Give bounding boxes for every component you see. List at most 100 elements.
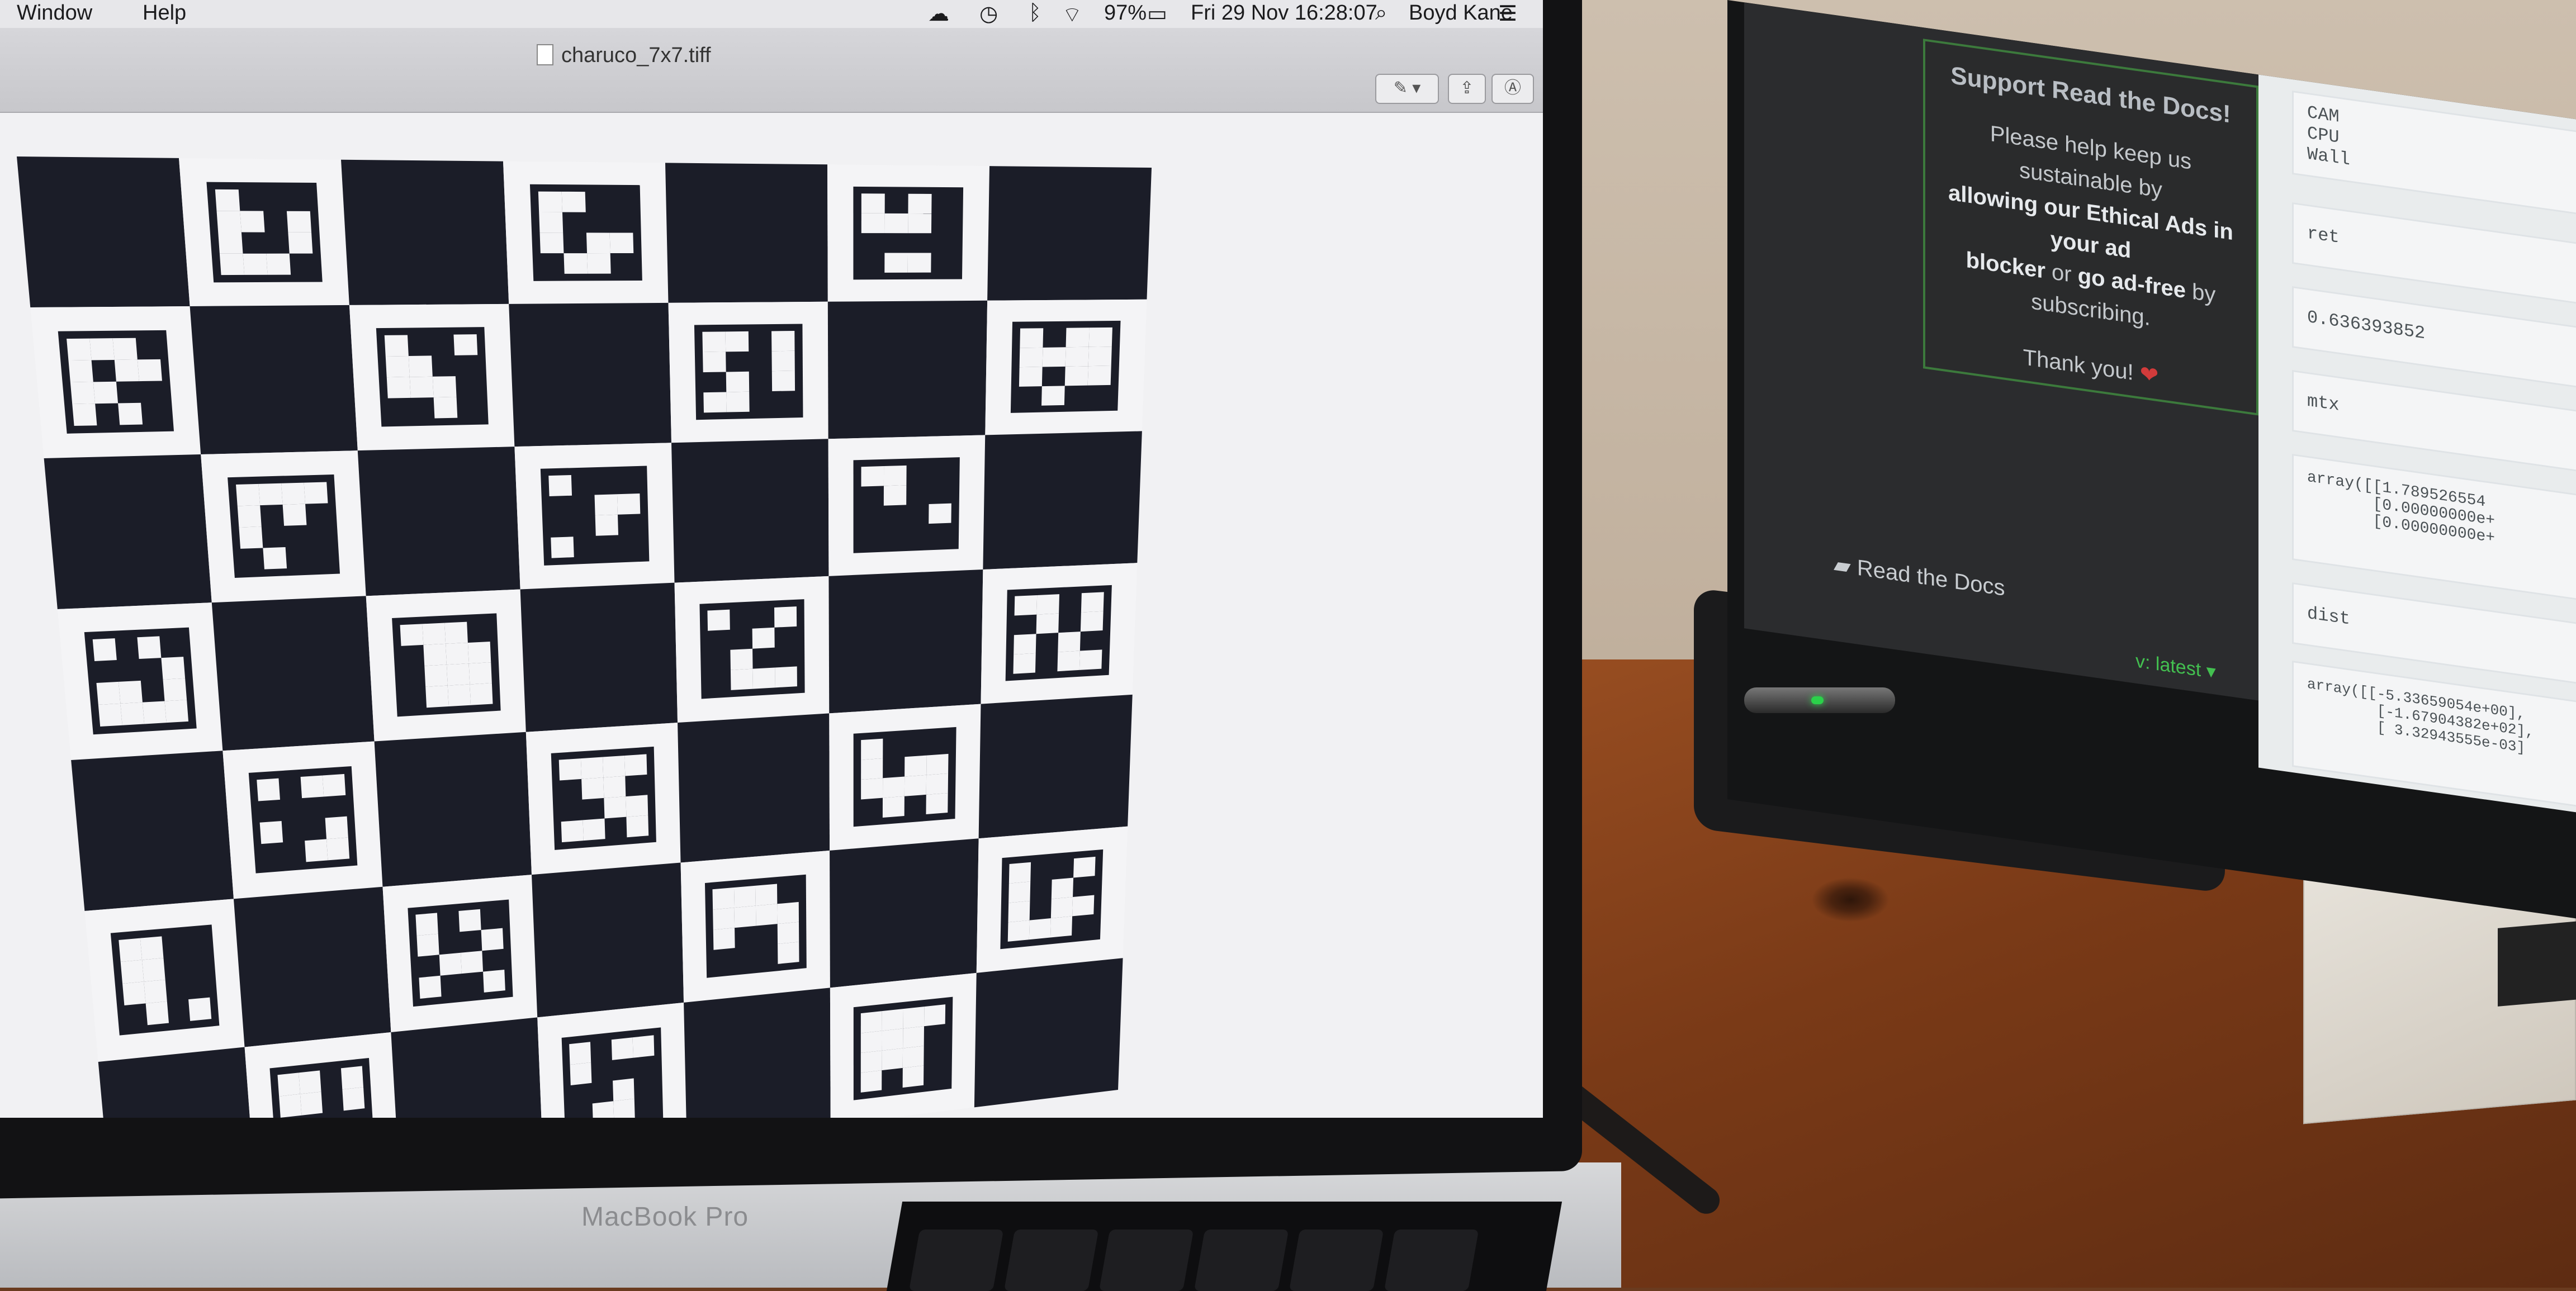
marker-bit: [114, 359, 139, 382]
marker-bit: [583, 818, 605, 841]
marker-bit: [239, 526, 263, 549]
marker-bit: [72, 404, 97, 426]
ad-link-ad-free[interactable]: go ad-free: [2078, 263, 2186, 303]
marker-bit: [1064, 366, 1088, 386]
caret-down-icon: ▾: [2206, 660, 2216, 683]
marker-bit: [861, 758, 883, 780]
marker-bit: [1019, 367, 1043, 387]
marker-bit: [219, 253, 245, 276]
marker-bit: [924, 1004, 946, 1027]
marker-bit: [300, 1091, 323, 1116]
ad-link-blocker[interactable]: blocker: [1966, 248, 2045, 283]
marker-bit: [569, 1042, 591, 1065]
marker-bit: [144, 979, 167, 1004]
marker-bit: [587, 253, 611, 274]
marker-bit: [216, 211, 242, 232]
marker-bit: [771, 330, 795, 352]
marker-bit: [730, 668, 753, 690]
marker-bit: [771, 350, 795, 372]
marker-bit: [926, 773, 949, 795]
marker-bit: [617, 493, 641, 515]
rtd-sidebar: Support Read the Docs! Please help keep …: [1744, 2, 2258, 701]
board-black-square: [374, 732, 532, 887]
marker-bit: [422, 623, 446, 645]
board-black-square: [684, 988, 831, 1118]
marker-bit: [726, 391, 750, 412]
marker-bit: [92, 638, 117, 661]
marker-bit: [613, 1098, 635, 1118]
board-black-square: [983, 431, 1142, 569]
marker-bit: [1008, 900, 1030, 923]
marker-bit: [1029, 918, 1051, 940]
marker-bit: [304, 482, 328, 504]
marker-bit: [188, 997, 212, 1021]
marker-bit: [883, 465, 907, 486]
rtd-brand[interactable]: ▰ Read the Docs: [1834, 552, 2005, 601]
board-black-square: [671, 439, 829, 583]
marker-bit: [703, 392, 727, 413]
marker-bit: [89, 338, 115, 360]
marker-bit: [595, 514, 619, 536]
marker-bit: [161, 657, 186, 680]
marker-bit: [592, 1101, 614, 1118]
board-black-square: [987, 166, 1152, 301]
marker-bit: [882, 1028, 903, 1051]
key: [1384, 1230, 1479, 1291]
marker-bit: [702, 331, 726, 352]
marker-bit: [1088, 327, 1112, 347]
marker-bit: [439, 952, 462, 976]
marker-bit: [408, 355, 433, 377]
marker-bit: [142, 958, 165, 982]
marker-bit: [771, 371, 795, 391]
board-black-square: [509, 302, 672, 447]
doc-content: CAM CPU Wall ret 0.636393852 mtx array([…: [2258, 74, 2576, 813]
board-black-square: [44, 454, 212, 609]
marker-bit: [96, 681, 121, 705]
board-black-square: [532, 862, 684, 1018]
marker-bit: [1073, 856, 1096, 878]
marker-bit: [1036, 594, 1060, 615]
marker-bit: [882, 1048, 903, 1071]
marker-bit: [470, 683, 493, 705]
marker-bit: [432, 376, 457, 398]
support-ad-box: Support Read the Docs! Please help keep …: [1923, 39, 2258, 416]
version-label: v: latest: [2135, 650, 2201, 681]
marker-bit: [611, 1037, 633, 1060]
board-black-square: [211, 596, 375, 751]
marker-bit: [282, 504, 307, 526]
marker-bit: [300, 775, 324, 799]
marker-bit: [1081, 592, 1104, 613]
marker-bit: [1050, 896, 1073, 919]
marker-bit: [446, 663, 470, 686]
marker-bit: [882, 796, 905, 818]
box-opening: [2498, 921, 2576, 1007]
board-black-square: [341, 159, 509, 305]
marker-bit: [613, 1078, 634, 1102]
marker-bit: [905, 755, 927, 777]
marker-bit: [777, 922, 799, 944]
marker-bit: [581, 777, 604, 800]
marker-bit: [137, 359, 162, 382]
marker-bit: [237, 505, 262, 528]
marker-bit: [70, 382, 96, 405]
laptop-model-label: MacBook Pro: [581, 1202, 749, 1232]
marker-bit: [468, 662, 492, 685]
marker-bit: [119, 680, 143, 704]
marker-bit: [558, 758, 582, 781]
marker-bit: [903, 1026, 924, 1048]
marker-bit: [564, 253, 588, 274]
marker-bit: [240, 211, 265, 232]
marker-bit: [483, 969, 505, 993]
board-black-square: [391, 1017, 542, 1118]
marker-bit: [467, 641, 491, 664]
marker-bit: [561, 191, 586, 212]
marker-bit: [860, 1011, 882, 1033]
marker-bit: [775, 666, 797, 688]
marker-bit: [112, 338, 138, 360]
board-black-square: [830, 838, 979, 988]
marker-bit: [1050, 916, 1073, 938]
version-selector[interactable]: v: latest ▾: [2135, 650, 2216, 684]
marker-bit: [385, 355, 410, 378]
marker-bit: [259, 821, 283, 844]
marker-bit: [258, 483, 283, 506]
